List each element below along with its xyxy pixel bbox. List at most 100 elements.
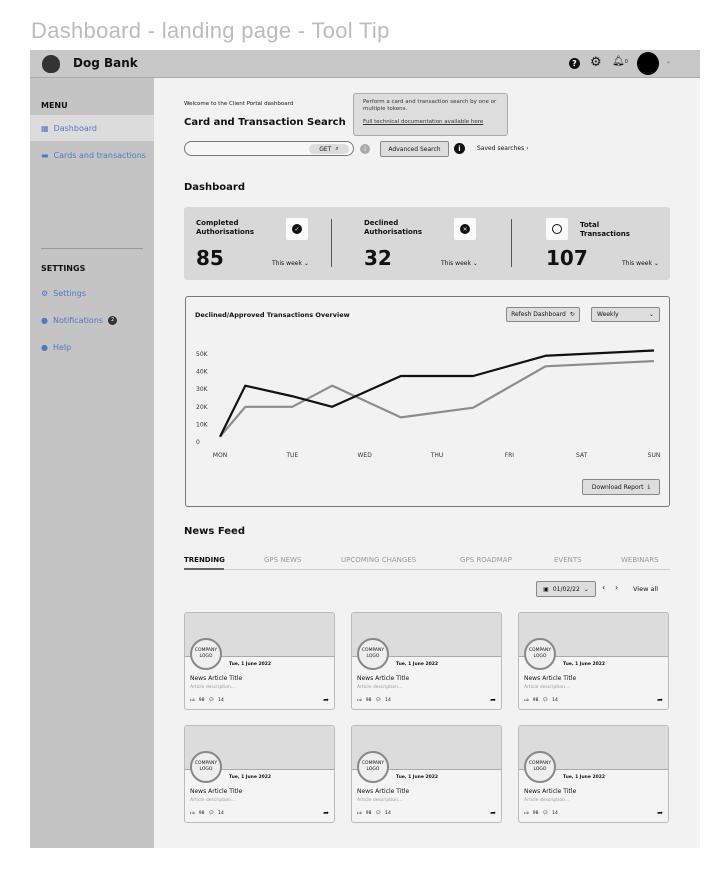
- divider: [41, 248, 143, 249]
- comment-icon[interactable]: 💬︎: [375, 698, 381, 703]
- article-title[interactable]: News Article Title: [524, 675, 576, 682]
- sidebar-item-notifications[interactable]: ● Notifications 2: [30, 307, 154, 333]
- get-button[interactable]: GET ⌕: [309, 144, 349, 154]
- article-description: Article description...: [357, 798, 403, 803]
- tab-trending[interactable]: TRENDING: [184, 556, 225, 564]
- comment-icon[interactable]: 💬︎: [208, 811, 214, 816]
- y-tick-label: 30K: [196, 386, 209, 393]
- stat-label: Completed Authorisations: [196, 219, 254, 236]
- search-input[interactable]: GET ⌕: [184, 141, 354, 156]
- news-card[interactable]: COMPANY LOGO Tue, 1 June 2022 News Artic…: [351, 612, 502, 710]
- comment-icon[interactable]: 💬︎: [542, 698, 548, 703]
- tab-events[interactable]: EVENTS: [554, 556, 582, 564]
- news-card[interactable]: COMPANY LOGO Tue, 1 June 2022 News Artic…: [518, 612, 669, 710]
- article-date: Tue, 1 June 2022: [229, 662, 272, 667]
- x-tick-label: MON: [213, 452, 227, 459]
- article-title[interactable]: News Article Title: [190, 788, 242, 795]
- share-icon[interactable]: ➦: [490, 809, 496, 817]
- download-report-button[interactable]: Download Report ⤓: [582, 479, 660, 495]
- refresh-dashboard-button[interactable]: Refesh Dashboard ↻: [506, 307, 580, 322]
- comment-icon[interactable]: 💬︎: [208, 698, 214, 703]
- active-tab-indicator: [184, 568, 224, 570]
- like-count: 98: [532, 811, 539, 816]
- sidebar-item-dashboard[interactable]: ▦ Dashboard: [30, 115, 154, 141]
- article-description: Article description...: [357, 685, 403, 690]
- stat-value: 85: [196, 246, 224, 270]
- comment-icon[interactable]: 💬︎: [375, 811, 381, 816]
- share-icon[interactable]: ➦: [323, 809, 329, 817]
- tooltip: Perform a card and transaction search by…: [353, 93, 508, 136]
- thumbs-up-icon[interactable]: 👍︎: [524, 698, 529, 703]
- news-card[interactable]: COMPANY LOGO Tue, 1 June 2022 News Artic…: [184, 725, 335, 823]
- bell-icon[interactable]: 🔔︎ 0: [612, 56, 628, 67]
- company-logo: COMPANY LOGO: [357, 751, 389, 783]
- period-select[interactable]: Weekly ⌄: [591, 307, 660, 322]
- info-icon[interactable]: i: [360, 144, 370, 154]
- company-logo: COMPANY LOGO: [190, 751, 222, 783]
- advanced-search-button[interactable]: Advanced Search: [380, 141, 449, 157]
- date-picker[interactable]: ▣ 01/02/22 ⌄: [536, 581, 596, 597]
- sidebar-item-settings[interactable]: ⚙ Settings: [30, 280, 154, 306]
- company-logo: COMPANY LOGO: [190, 638, 222, 670]
- y-tick-label: 40K: [196, 369, 209, 376]
- thumbs-up-icon[interactable]: 👍︎: [190, 811, 195, 816]
- documentation-link[interactable]: Full technical documentation available h…: [363, 119, 498, 126]
- y-tick-label: 0: [196, 439, 200, 446]
- sidebar-item-help[interactable]: ● Help: [30, 334, 154, 360]
- article-title[interactable]: News Article Title: [524, 788, 576, 795]
- tab-gps-roadmap[interactable]: GPS ROADMAP: [460, 556, 512, 564]
- saved-searches-link[interactable]: Saved searches ›: [477, 145, 529, 152]
- comment-icon[interactable]: 💬︎: [542, 811, 548, 816]
- share-icon[interactable]: ➦: [490, 696, 496, 704]
- thumbs-up-icon[interactable]: 👍︎: [524, 811, 529, 816]
- news-card[interactable]: COMPANY LOGO Tue, 1 June 2022 News Artic…: [184, 612, 335, 710]
- view-all-link[interactable]: View all: [633, 585, 658, 593]
- comment-count: 14: [218, 698, 224, 703]
- period-dropdown[interactable]: This week ⌄: [622, 260, 659, 267]
- thumbs-up-icon[interactable]: 👍︎: [357, 698, 362, 703]
- gear-icon: ⚙: [41, 288, 49, 298]
- like-count: 98: [198, 698, 205, 703]
- thumbs-up-icon[interactable]: 👍︎: [357, 811, 362, 816]
- line-chart: 0 10K 20K 30K 40K 50K MON TUE WED THU FRI SAT SUN: [196, 349, 661, 459]
- y-tick-label: 20K: [196, 404, 209, 411]
- share-icon[interactable]: ➦: [657, 696, 663, 704]
- brand-name: Dog Bank: [73, 56, 138, 70]
- chevron-down-icon[interactable]: ⌄: [666, 58, 671, 65]
- next-arrow-icon[interactable]: ›: [615, 583, 618, 592]
- avatar[interactable]: [637, 52, 659, 75]
- share-icon[interactable]: ➦: [657, 809, 663, 817]
- sidebar: MENU ▦ Dashboard ▬ Cards and transactions …: [30, 78, 154, 848]
- article-description: Article description...: [524, 798, 570, 803]
- gear-icon[interactable]: ⚙: [590, 55, 602, 70]
- stat-value: 107: [546, 246, 588, 270]
- like-count: 98: [532, 698, 539, 703]
- download-icon: ⤓: [647, 483, 651, 490]
- info-icon[interactable]: i: [454, 143, 465, 154]
- help-icon[interactable]: ?: [569, 58, 580, 69]
- article-description: Article description...: [190, 798, 236, 803]
- article-title[interactable]: News Article Title: [357, 675, 409, 682]
- prev-arrow-icon[interactable]: ‹: [602, 583, 605, 592]
- tab-upcoming-changes[interactable]: UPCOMING CHANGES: [341, 556, 416, 564]
- chevron-down-icon: ⌄: [583, 585, 589, 593]
- article-date: Tue, 1 June 2022: [396, 662, 439, 667]
- thumbs-up-icon[interactable]: 👍︎: [190, 698, 195, 703]
- dashboard-title: Dashboard: [184, 182, 245, 193]
- tab-webinars[interactable]: WEBINARS: [621, 556, 659, 564]
- news-card[interactable]: COMPANY LOGO Tue, 1 June 2022 News Artic…: [351, 725, 502, 823]
- x-tick-label: SUN: [648, 452, 661, 459]
- chevron-down-icon: ⌄: [648, 311, 654, 318]
- period-dropdown[interactable]: This week ⌄: [441, 260, 478, 267]
- sidebar-item-cards[interactable]: ▬ Cards and transactions: [30, 142, 154, 168]
- article-title[interactable]: News Article Title: [190, 675, 242, 682]
- news-card[interactable]: COMPANY LOGO Tue, 1 June 2022 News Artic…: [518, 725, 669, 823]
- stat-value: 32: [364, 246, 392, 270]
- comment-count: 14: [385, 811, 391, 816]
- card-icon: ▬: [41, 150, 49, 160]
- tab-gps-news[interactable]: GPS NEWS: [264, 556, 301, 564]
- check-circle-icon: ✓: [286, 218, 308, 240]
- article-title[interactable]: News Article Title: [357, 788, 409, 795]
- share-icon[interactable]: ➦: [323, 696, 329, 704]
- period-dropdown[interactable]: This week ⌄: [272, 260, 309, 267]
